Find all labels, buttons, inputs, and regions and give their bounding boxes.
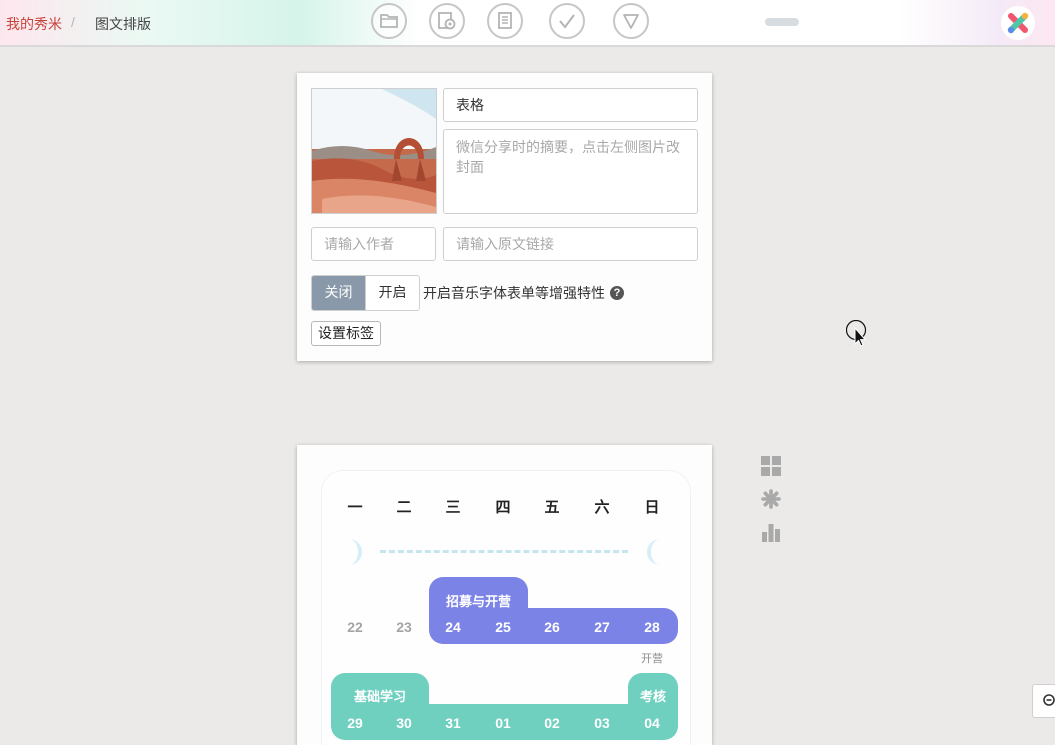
breadcrumb-separator: / bbox=[71, 14, 75, 30]
event-label-exam: 考核 bbox=[639, 689, 666, 704]
day-03: 03 bbox=[594, 715, 610, 731]
zoom-out-icon bbox=[1043, 694, 1055, 706]
grid-icon[interactable] bbox=[761, 456, 781, 476]
article-summary-textarea[interactable]: 微信分享时的摘要，点击左侧图片改封面 bbox=[443, 129, 698, 214]
help-icon[interactable]: ? bbox=[610, 286, 624, 300]
day-27: 27 bbox=[594, 619, 610, 635]
weekday-fri: 五 bbox=[544, 499, 560, 516]
top-bar: 我的秀米 / 图文排版 bbox=[0, 0, 1055, 47]
more-options-button[interactable] bbox=[613, 3, 649, 39]
day-29: 29 bbox=[347, 715, 363, 731]
day-22: 22 bbox=[347, 619, 363, 635]
asterisk-icon[interactable] bbox=[761, 489, 781, 509]
decorative-mark bbox=[765, 18, 799, 26]
cover-photo-arch bbox=[312, 89, 436, 213]
logo-icon bbox=[1007, 12, 1029, 34]
enhanced-features-toggle: 关闭 开启 bbox=[311, 275, 420, 311]
preview-icon bbox=[438, 12, 456, 30]
day-28: 28 bbox=[644, 619, 660, 635]
save-button[interactable] bbox=[549, 3, 585, 39]
day-25: 25 bbox=[495, 619, 511, 635]
ring-left-icon bbox=[349, 539, 362, 565]
weekday-thu: 四 bbox=[495, 499, 511, 516]
bar-chart-icon[interactable] bbox=[761, 522, 781, 542]
set-tags-button[interactable]: 设置标签 bbox=[311, 321, 381, 346]
day-28-note: 开营 bbox=[641, 653, 663, 665]
preview-button[interactable] bbox=[429, 3, 465, 39]
ring-right-icon bbox=[647, 539, 660, 565]
day-01: 01 bbox=[495, 715, 511, 731]
toggle-on-button[interactable]: 开启 bbox=[365, 276, 419, 310]
weekday-wed: 三 bbox=[445, 499, 461, 516]
event-label-basic: 基础学习 bbox=[353, 689, 406, 704]
zoom-out-button[interactable] bbox=[1032, 684, 1055, 718]
folder-icon bbox=[380, 14, 398, 28]
enhanced-features-label: 开启音乐字体表单等增强特性 bbox=[423, 285, 605, 301]
weekday-tue: 二 bbox=[396, 499, 412, 516]
article-title-input[interactable]: 表格 bbox=[443, 88, 698, 122]
weekday-sat: 六 bbox=[594, 499, 610, 516]
copy-button[interactable] bbox=[487, 3, 523, 39]
day-26: 26 bbox=[544, 619, 560, 635]
day-23: 23 bbox=[396, 619, 412, 635]
article-settings-card: 表格 微信分享时的摘要，点击左侧图片改封面 请输入作者 请输入原文链接 关闭 开… bbox=[297, 73, 712, 361]
breadcrumb-current: 图文排版 bbox=[95, 16, 151, 32]
dashed-divider bbox=[380, 550, 628, 553]
open-folder-button[interactable] bbox=[371, 3, 407, 39]
app-logo[interactable] bbox=[1001, 6, 1035, 40]
day-24: 24 bbox=[445, 619, 461, 635]
breadcrumb-home-link[interactable]: 我的秀米 bbox=[6, 14, 62, 34]
weekday-mon: 一 bbox=[347, 499, 363, 516]
day-04: 04 bbox=[644, 715, 660, 731]
clipboard-icon bbox=[498, 12, 512, 29]
enhanced-features-label-row: 开启音乐字体表单等增强特性 ? bbox=[423, 283, 624, 303]
day-31: 31 bbox=[445, 715, 461, 731]
day-02: 02 bbox=[544, 715, 560, 731]
triangle-down-icon bbox=[623, 14, 639, 29]
author-input[interactable]: 请输入作者 bbox=[311, 227, 436, 261]
source-link-input[interactable]: 请输入原文链接 bbox=[443, 227, 698, 261]
check-icon bbox=[559, 14, 575, 29]
toggle-off-button[interactable]: 关闭 bbox=[312, 276, 365, 310]
mouse-cursor-icon bbox=[846, 320, 867, 347]
cover-image[interactable] bbox=[311, 88, 437, 214]
weekday-sun: 日 bbox=[644, 499, 660, 516]
calendar-preview-card[interactable]: 一 二 三 四 五 六 日 招募与开营 22 23 24 25 26 27 28… bbox=[297, 445, 712, 745]
day-30: 30 bbox=[396, 715, 412, 731]
